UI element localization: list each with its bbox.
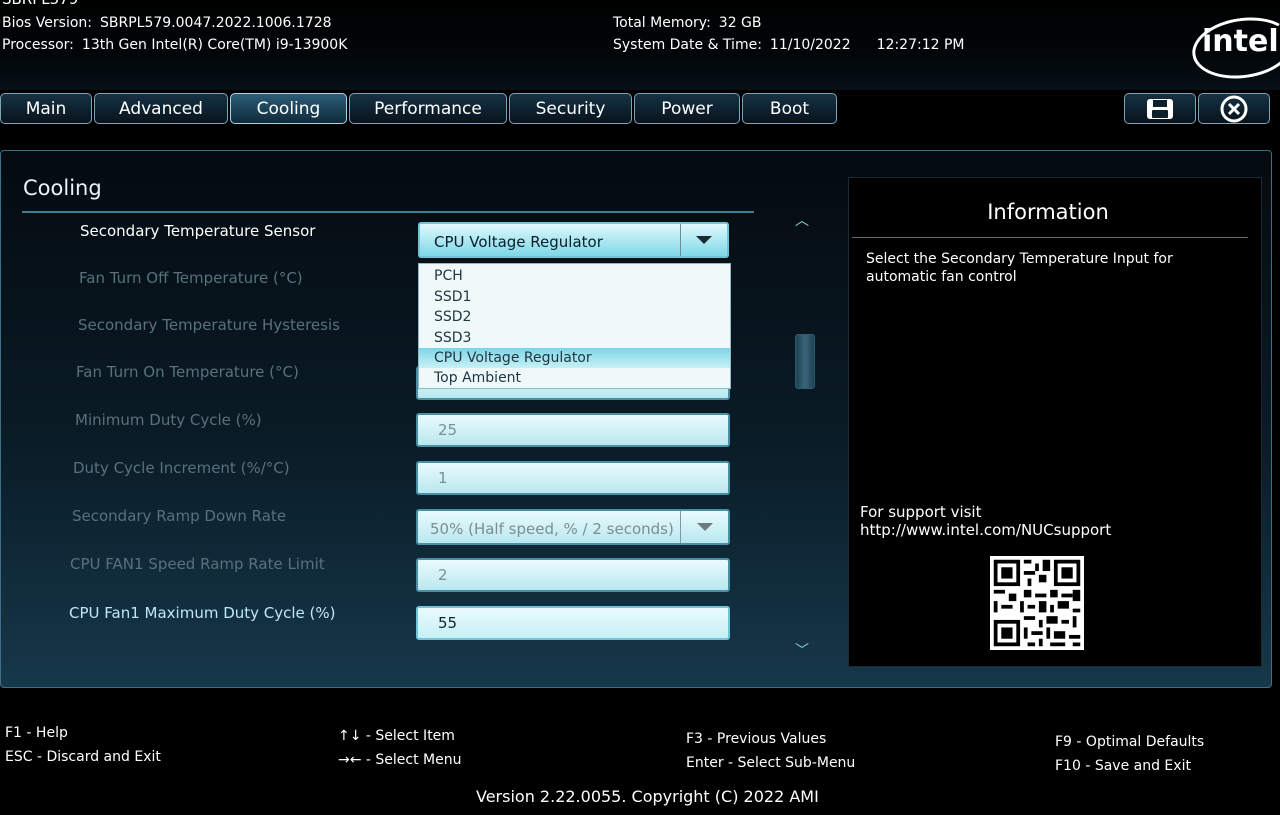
key-f3: F3 (686, 731, 703, 747)
duty-cycle-increment-field[interactable]: 1 (416, 461, 730, 495)
qr-code-icon (990, 556, 1084, 650)
tab-cooling[interactable]: Cooling (230, 93, 347, 124)
min-duty-cycle-field[interactable]: 25 (416, 413, 730, 447)
version-copyright: Version 2.22.0055. Copyright (C) 2022 AM… (476, 787, 819, 806)
min-duty-cycle-value: 25 (438, 421, 458, 439)
dropdown-option-selected[interactable]: CPU Voltage Regulator (419, 348, 730, 368)
cpu-fan1-max-duty-value: 55 (438, 614, 458, 632)
key-f1: F1 (5, 725, 22, 741)
key-f1-desc: Help (35, 725, 68, 741)
secondary-ramp-down-label[interactable]: Secondary Ramp Down Rate (72, 507, 286, 525)
date-value[interactable]: 11/10/2022 (770, 37, 851, 53)
information-divider (852, 237, 1248, 238)
footer-select-menu: →← - Select Menu (338, 752, 462, 768)
title-divider (22, 211, 754, 213)
footer-esc: ESC - Discard and Exit (5, 749, 161, 765)
total-memory-label: Total Memory: (613, 15, 711, 31)
secondary-temp-sensor-label[interactable]: Secondary Temperature Sensor (80, 222, 315, 240)
bios-version-line: Bios Version: SBRPL579.0047.2022.1006.172… (2, 15, 332, 31)
dropdown-option[interactable]: SSD3 (419, 328, 730, 348)
tab-security[interactable]: Security (509, 93, 632, 124)
processor-line: Processor: 13th Gen Intel(R) Core(TM) i9-… (2, 37, 347, 53)
dropdown-option[interactable]: SSD1 (419, 287, 730, 307)
duty-cycle-increment-value: 1 (438, 469, 448, 487)
footer-select-item: ↑↓ - Select Item (338, 728, 455, 744)
system-name: SBRPL579 (2, 0, 78, 8)
bios-version-value: SBRPL579.0047.2022.1006.1728 (100, 15, 332, 31)
save-button[interactable] (1124, 93, 1196, 124)
min-duty-cycle-label[interactable]: Minimum Duty Cycle (%) (75, 411, 262, 429)
key-f10-desc: Save and Exit (1094, 758, 1191, 774)
tab-main[interactable]: Main (0, 93, 92, 124)
support-url: http://www.intel.com/NUCsupport (860, 521, 1112, 539)
key-esc: ESC (5, 749, 33, 765)
dropdown-option[interactable]: Top Ambient (419, 368, 730, 388)
key-f10: F10 (1055, 758, 1081, 774)
duty-cycle-increment-label[interactable]: Duty Cycle Increment (%/°C) (73, 459, 290, 477)
dropdown-option[interactable]: SSD2 (419, 307, 730, 327)
datetime-label: System Date & Time: (613, 37, 762, 53)
cpu-fan1-ramp-limit-value: 2 (438, 566, 448, 584)
key-f9-desc: Optimal Defaults (1085, 734, 1205, 750)
tab-performance[interactable]: Performance (349, 93, 507, 124)
key-enter-desc: Select Sub-Menu (737, 755, 856, 771)
tab-boot[interactable]: Boot (742, 93, 837, 124)
ramp-down-dropdown-button[interactable] (680, 511, 728, 543)
footer-f9: F9 - Optimal Defaults (1055, 734, 1205, 750)
secondary-temp-sensor-value: CPU Voltage Regulator (434, 233, 603, 251)
time-value[interactable]: 12:27:12 PM (877, 37, 965, 53)
processor-value: 13th Gen Intel(R) Core(TM) i9-13900K (81, 37, 348, 53)
page-title: Cooling (23, 176, 102, 200)
exit-button[interactable] (1198, 93, 1270, 124)
total-memory-value: 32 GB (718, 15, 762, 31)
support-line-1: For support visit (860, 503, 982, 521)
cpu-fan1-ramp-limit-field[interactable]: 2 (416, 558, 730, 592)
key-updown: ↑↓ (338, 728, 362, 744)
cpu-fan1-max-duty-label[interactable]: CPU Fan1 Maximum Duty Cycle (%) (69, 604, 336, 622)
information-description: Select the Secondary Temperature Input f… (866, 251, 1173, 285)
secondary-temp-sensor-select[interactable]: CPU Voltage Regulator (418, 222, 729, 258)
secondary-hysteresis-label[interactable]: Secondary Temperature Hysteresis (78, 316, 340, 334)
secondary-ramp-down-value: 50% (Half speed, % / 2 seconds) (430, 520, 674, 538)
footer-enter: Enter - Select Sub-Menu (686, 755, 856, 771)
key-esc-desc: Discard and Exit (46, 749, 161, 765)
key-enter: Enter (686, 755, 724, 771)
key-leftright-desc: Select Menu (375, 752, 462, 768)
intel-logo-text: intel (1202, 24, 1279, 59)
chevron-down-icon (696, 523, 713, 531)
support-text: For support visit http://www.intel.com/N… (860, 503, 1111, 539)
key-leftright: →← (338, 752, 362, 768)
dropdown-toggle-button[interactable] (680, 224, 727, 256)
dropdown-option[interactable]: PCH (419, 266, 730, 286)
datetime-line: System Date & Time: 11/10/2022 12:27:12 PM (613, 37, 964, 53)
key-f3-desc: Previous Values (716, 731, 827, 747)
floppy-disk-icon (1147, 98, 1173, 119)
scroll-up-arrow-icon[interactable]: ︿ (795, 210, 809, 230)
key-updown-desc: Select Item (375, 728, 455, 744)
tab-advanced[interactable]: Advanced (94, 93, 228, 124)
fan-turn-on-label[interactable]: Fan Turn On Temperature (°C) (76, 363, 299, 381)
cpu-fan1-ramp-limit-label[interactable]: CPU FAN1 Speed Ramp Rate Limit (70, 555, 325, 573)
tab-power[interactable]: Power (634, 93, 740, 124)
fan-turn-off-label[interactable]: Fan Turn Off Temperature (°C) (79, 269, 303, 287)
intel-logo: intel (1188, 11, 1280, 85)
bios-version-label: Bios Version: (2, 15, 93, 31)
total-memory-line: Total Memory: 32 GB (613, 15, 762, 31)
close-circle-icon (1220, 95, 1248, 122)
processor-label: Processor: (2, 37, 74, 53)
dropdown-options-list: PCH SSD1 SSD2 SSD3 CPU Voltage Regulator… (418, 263, 731, 389)
footer-f1-help: F1 - Help (5, 725, 68, 741)
scrollbar-thumb[interactable] (795, 334, 815, 389)
cpu-fan1-max-duty-field[interactable]: 55 (416, 606, 730, 640)
chevron-down-icon (696, 236, 712, 244)
footer-f3: F3 - Previous Values (686, 731, 827, 747)
information-title: Information (987, 200, 1109, 224)
footer-f10: F10 - Save and Exit (1055, 758, 1191, 774)
secondary-ramp-down-select[interactable]: 50% (Half speed, % / 2 seconds) (416, 509, 730, 545)
key-f9: F9 (1055, 734, 1072, 750)
scroll-down-arrow-icon[interactable]: ﹀ (795, 640, 809, 660)
